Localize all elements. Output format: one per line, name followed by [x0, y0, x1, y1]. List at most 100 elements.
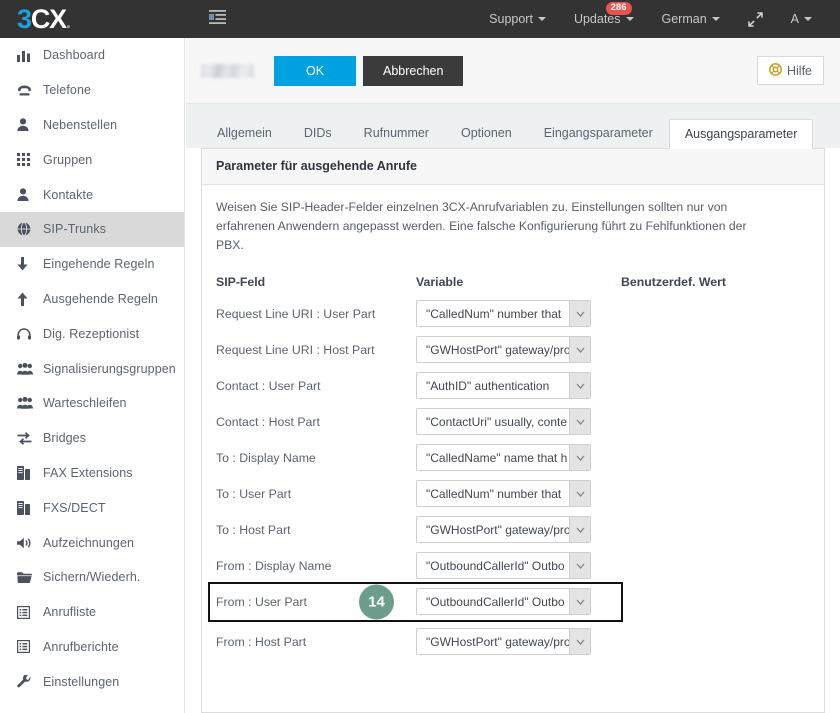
sidebar-item-anrufberichte[interactable]: Anrufberichte — [0, 630, 184, 665]
sidebar-toggle[interactable] — [185, 9, 226, 29]
cancel-button[interactable]: Abbrechen — [363, 55, 464, 86]
sidebar-label: Anrufliste — [43, 605, 97, 620]
chevron-down-icon[interactable] — [569, 409, 590, 435]
step-badge-14: 14 — [359, 584, 394, 620]
sidebar-item-nebenstellen[interactable]: Nebenstellen — [0, 108, 184, 143]
variable-select-value: "GWHostPort" gateway/pro — [426, 342, 569, 357]
list-toggle-icon[interactable] — [209, 9, 226, 29]
users-group-icon — [17, 362, 43, 375]
sidebar-item-einstellungen[interactable]: Einstellungen — [0, 664, 184, 699]
param-label: To : Display Name — [216, 450, 316, 465]
variable-select[interactable]: "CalledName" name that h — [416, 444, 591, 472]
variable-select[interactable]: "GWHostPort" gateway/pro — [416, 516, 591, 544]
sidebar-item-ausgehende-regeln[interactable]: Ausgehende Regeln — [0, 282, 184, 317]
sidebar-item-eingehende-regeln[interactable]: Eingehende Regeln — [0, 247, 184, 282]
users-group-icon — [17, 397, 43, 410]
variable-select[interactable]: "OutboundCallerId" Outbo — [416, 588, 591, 616]
variable-select[interactable]: "GWHostPort" gateway/pro — [416, 628, 591, 656]
column-headers: SIP-Feld Variable Benutzerdef. Wert — [216, 275, 810, 289]
param-row: To : Display Name "CalledName" name that… — [210, 440, 810, 476]
tab-eingangsparameter[interactable]: Eingangsparameter — [528, 118, 669, 148]
panel-title: Parameter für ausgehende Anrufe — [202, 149, 824, 185]
sidebar-label: Ausgehende Regeln — [43, 291, 158, 306]
fax-icon — [17, 500, 43, 515]
param-row-highlighted: From : User Part 14 "OutboundCallerId" O… — [208, 581, 623, 622]
brand-logo[interactable]: 3CX. — [0, 0, 185, 38]
topnav-item-account[interactable]: A — [777, 0, 826, 38]
tabs-bar: Allgemein DIDs Rufnummer Optionen Eingan… — [186, 104, 840, 149]
chevron-down-icon[interactable] — [569, 589, 590, 615]
chevron-down-icon[interactable] — [569, 481, 590, 507]
grid-icon — [17, 153, 43, 167]
sidebar-item-fxs-dect[interactable]: FXS/DECT — [0, 490, 184, 525]
tab-allgemein[interactable]: Allgemein — [201, 118, 288, 148]
param-row: Contact : Host Part "ContactUri" usually… — [210, 404, 810, 440]
variable-select[interactable]: "OutboundCallerId" Outbo — [416, 552, 591, 580]
variable-select[interactable]: "CalledNum" number that — [416, 300, 591, 328]
sidebar-label: FAX Extensions — [43, 465, 133, 480]
bar-chart-icon — [17, 49, 43, 62]
variable-select[interactable]: "ContactUri" usually, conte — [416, 408, 591, 436]
sidebar-item-dashboard[interactable]: Dashboard — [0, 38, 184, 73]
sidebar-label: Warteschleifen — [43, 396, 127, 411]
param-label: From : Host Part — [216, 634, 307, 649]
chevron-down-icon[interactable] — [569, 337, 590, 363]
tab-rufnummer[interactable]: Rufnummer — [348, 118, 445, 148]
variable-select[interactable]: "GWHostPort" gateway/pro — [416, 336, 591, 364]
tab-dids[interactable]: DIDs — [288, 118, 348, 148]
list-report-icon — [17, 605, 43, 619]
sidebar-label: Anrufberichte — [43, 639, 119, 654]
sidebar-item-aufzeichnungen[interactable]: Aufzeichnungen — [0, 525, 184, 560]
sidebar-item-fax-extensions[interactable]: FAX Extensions — [0, 456, 184, 491]
help-button[interactable]: Hilfe — [756, 56, 824, 85]
headset-icon — [17, 328, 43, 340]
variable-select-value: "AuthID" authentication — [426, 378, 550, 393]
chevron-down-icon[interactable] — [569, 553, 590, 579]
sidebar-item-anrufliste[interactable]: Anrufliste — [0, 595, 184, 630]
chevron-down-icon[interactable] — [569, 445, 590, 471]
sidebar-item-dig-rezeptionist[interactable]: Dig. Rezeptionist — [0, 316, 184, 351]
param-row: Request Line URI : User Part "CalledNum"… — [210, 296, 810, 332]
param-row: Request Line URI : Host Part "GWHostPort… — [210, 332, 810, 368]
sidebar-item-kontakte[interactable]: Kontakte — [0, 177, 184, 212]
sidebar-item-gruppen[interactable]: Gruppen — [0, 142, 184, 177]
sidebar-item-bridges[interactable]: Bridges — [0, 421, 184, 456]
sidebar: Dashboard Telefone Nebenstellen Gruppen — [0, 38, 185, 713]
chevron-down-icon[interactable] — [569, 373, 590, 399]
topnav-item-support[interactable]: Support — [475, 0, 560, 38]
chevron-down-icon — [804, 17, 812, 21]
sidebar-item-signalisierungsgruppen[interactable]: Signalisierungsgruppen — [0, 351, 184, 386]
fullscreen-expand-icon[interactable] — [734, 11, 777, 27]
tab-optionen[interactable]: Optionen — [445, 118, 528, 148]
sidebar-item-telefone[interactable]: Telefone — [0, 73, 184, 108]
topnav-label-language: German — [661, 12, 707, 26]
globe-icon — [17, 222, 43, 237]
chevron-down-icon[interactable] — [569, 301, 590, 327]
column-header-variable: Variable — [416, 274, 464, 289]
chevron-down-icon[interactable] — [569, 629, 590, 655]
fax-icon — [17, 465, 43, 480]
topnav-item-updates[interactable]: Updates 286 — [560, 0, 648, 38]
topnav-item-language[interactable]: German — [648, 0, 734, 38]
variable-select-value: "OutboundCallerId" Outbo — [426, 558, 565, 573]
sidebar-label: Dig. Rezeptionist — [43, 326, 140, 341]
sidebar-label: Signalisierungsgruppen — [43, 361, 176, 376]
app-root: 3CX. Support Updates 286 German A Dashbo… — [0, 0, 840, 713]
help-button-label: Hilfe — [786, 63, 812, 78]
panel-description: Weisen Sie SIP-Header-Felder einzelnen 3… — [216, 200, 747, 252]
sidebar-label: Dashboard — [43, 48, 106, 63]
arrow-down-icon — [17, 257, 43, 271]
variable-select[interactable]: "AuthID" authentication — [416, 372, 591, 400]
sidebar-item-sichern-wiederh[interactable]: Sichern/Wiederh. — [0, 560, 184, 595]
sidebar-item-sip-trunks[interactable]: SIP-Trunks — [0, 211, 184, 247]
panel-body: Weisen Sie SIP-Header-Felder einzelnen 3… — [202, 185, 824, 660]
sidebar-label: FXS/DECT — [43, 500, 106, 515]
exchange-arrows-icon — [17, 431, 43, 445]
arrow-up-icon — [17, 292, 43, 306]
chevron-down-icon[interactable] — [569, 517, 590, 543]
sidebar-item-warteschleifen[interactable]: Warteschleifen — [0, 386, 184, 421]
param-label: Contact : User Part — [216, 378, 321, 393]
variable-select[interactable]: "CalledNum" number that — [416, 480, 591, 508]
ok-button[interactable]: OK — [274, 55, 356, 86]
tab-ausgangsparameter[interactable]: Ausgangsparameter — [668, 118, 814, 149]
